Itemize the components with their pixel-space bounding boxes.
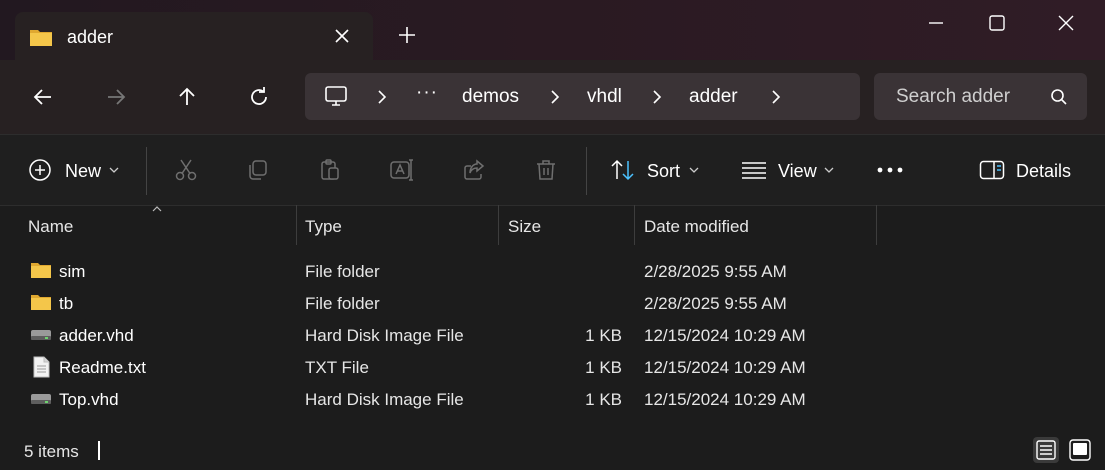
back-arrow-icon[interactable] <box>31 85 55 109</box>
column-divider[interactable] <box>634 205 635 245</box>
cut-icon[interactable] <box>174 158 198 182</box>
tab-adder[interactable]: adder <box>15 12 373 60</box>
file-name: adder.vhd <box>59 326 134 345</box>
file-row[interactable]: Top.vhd Hard Disk Image File 1 KB 12/15/… <box>0 383 1105 415</box>
file-row[interactable]: tb File folder 2/28/2025 9:55 AM <box>0 287 1105 319</box>
details-pane-icon <box>979 160 1005 180</box>
toolbar-divider <box>146 147 147 195</box>
file-size: 1 KB <box>585 326 622 345</box>
command-bar: New Sort View Details <box>0 134 1105 206</box>
column-size[interactable]: Size <box>508 217 541 237</box>
add-circle-icon <box>29 159 51 181</box>
chevron-right-icon[interactable] <box>547 89 563 105</box>
tab-title: adder <box>67 27 114 47</box>
column-type[interactable]: Type <box>305 217 342 237</box>
disk-image-icon <box>31 394 51 404</box>
forward-arrow-icon[interactable] <box>104 85 128 109</box>
file-row[interactable]: Readme.txt TXT File 1 KB 12/15/2024 10:2… <box>0 351 1105 383</box>
sort-ascending-icon <box>152 206 162 212</box>
breadcrumb-vhdl[interactable]: vhdl <box>587 86 622 108</box>
folder-icon <box>31 263 51 278</box>
breadcrumb-adder[interactable]: adder <box>689 86 738 108</box>
navigation-bar: ··· demos vhdl adder Search adder <box>0 60 1105 134</box>
file-type: File folder <box>305 262 380 281</box>
column-header-row: Name Type Size Date modified <box>0 205 1105 245</box>
close-window-icon[interactable] <box>1055 12 1077 34</box>
column-date-modified[interactable]: Date modified <box>644 217 749 237</box>
file-type: Hard Disk Image File <box>305 390 464 409</box>
breadcrumb-overflow[interactable]: ··· <box>416 82 438 104</box>
file-row[interactable]: sim File folder 2/28/2025 9:55 AM <box>0 255 1105 287</box>
chevron-down-icon <box>689 167 699 173</box>
more-options-icon[interactable] <box>876 166 904 174</box>
folder-icon <box>30 30 52 46</box>
search-box[interactable]: Search adder <box>874 73 1087 120</box>
new-tab-icon[interactable] <box>396 24 418 46</box>
toolbar-divider <box>586 147 587 195</box>
item-count: 5 items <box>24 442 79 461</box>
disk-image-icon <box>31 330 51 340</box>
folder-icon <box>31 295 51 310</box>
file-type: TXT File <box>305 358 369 377</box>
chevron-right-icon[interactable] <box>649 89 665 105</box>
address-bar[interactable]: ··· demos vhdl adder <box>305 73 860 120</box>
text-file-icon <box>33 356 50 378</box>
chevron-right-icon[interactable] <box>768 89 784 105</box>
new-label: New <box>65 161 102 181</box>
view-label: View <box>778 161 817 181</box>
this-pc-icon[interactable] <box>324 85 348 107</box>
maximize-icon[interactable] <box>986 12 1008 34</box>
minimize-icon[interactable] <box>925 12 947 34</box>
column-divider[interactable] <box>498 205 499 245</box>
close-tab-icon[interactable] <box>331 25 353 47</box>
file-size: 1 KB <box>585 390 622 409</box>
file-name: Readme.txt <box>59 358 146 377</box>
breadcrumb-demos[interactable]: demos <box>462 86 519 108</box>
column-name[interactable]: Name <box>28 217 73 237</box>
title-bar: adder <box>0 0 1105 60</box>
file-name: Top.vhd <box>59 390 119 409</box>
file-row[interactable]: adder.vhd Hard Disk Image File 1 KB 12/1… <box>0 319 1105 351</box>
large-icons-layout-icon <box>1069 439 1091 461</box>
chevron-right-icon[interactable] <box>374 89 390 105</box>
details-label: Details <box>1016 161 1072 181</box>
file-name: tb <box>59 294 74 313</box>
file-date: 2/28/2025 9:55 AM <box>644 294 787 313</box>
file-type: File folder <box>305 294 380 313</box>
list-view-icon <box>742 162 766 179</box>
chevron-down-icon <box>109 167 119 173</box>
rename-icon[interactable] <box>389 158 415 182</box>
details-view-toggle[interactable] <box>1033 437 1059 463</box>
paste-icon[interactable] <box>318 158 342 182</box>
copy-icon[interactable] <box>245 158 269 182</box>
delete-icon[interactable] <box>534 158 558 182</box>
refresh-icon[interactable] <box>247 85 271 109</box>
file-date: 12/15/2024 10:29 AM <box>644 326 806 345</box>
file-type: Hard Disk Image File <box>305 326 464 345</box>
file-date: 2/28/2025 9:55 AM <box>644 262 787 281</box>
search-placeholder: Search adder <box>896 86 1011 107</box>
column-divider[interactable] <box>296 205 297 245</box>
share-icon[interactable] <box>462 158 486 182</box>
file-name: sim <box>59 262 86 281</box>
column-divider[interactable] <box>876 205 877 245</box>
file-size: 1 KB <box>585 358 622 377</box>
up-arrow-icon[interactable] <box>175 85 199 109</box>
sort-icon <box>611 159 634 181</box>
chevron-down-icon <box>824 167 834 173</box>
file-date: 12/15/2024 10:29 AM <box>644 358 806 377</box>
file-date: 12/15/2024 10:29 AM <box>644 390 806 409</box>
search-icon[interactable] <box>1050 88 1068 106</box>
status-separator <box>98 441 100 460</box>
details-layout-icon <box>1036 440 1056 460</box>
tiles-view-toggle[interactable] <box>1067 437 1093 463</box>
sort-label: Sort <box>647 161 681 181</box>
